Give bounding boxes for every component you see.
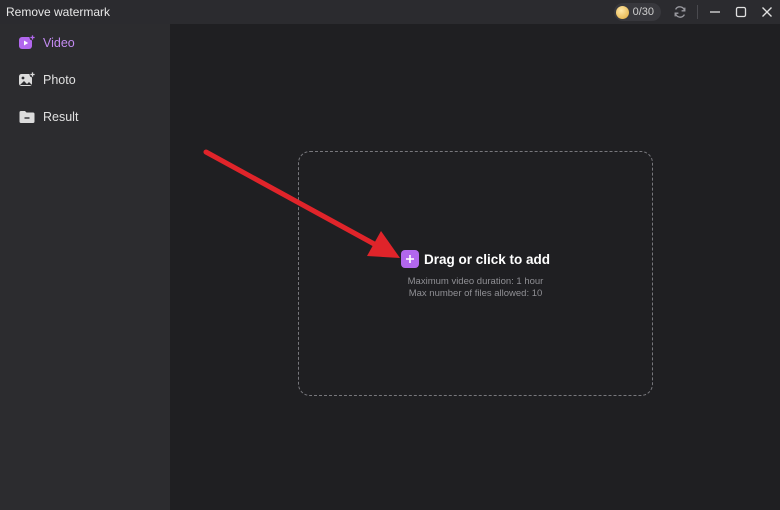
sidebar-item-result[interactable]: Result — [0, 98, 170, 135]
file-limit-hint: Max number of files allowed: 10 — [408, 288, 543, 299]
duration-hint: Maximum video duration: 1 hour — [407, 276, 544, 287]
add-icon — [400, 250, 419, 268]
sidebar-item-label: Result — [43, 109, 79, 124]
sidebar: Video Photo Result — [0, 24, 170, 510]
close-icon — [762, 7, 772, 17]
title-divider — [697, 5, 698, 19]
video-add-icon — [18, 34, 36, 52]
minimize-icon — [710, 11, 720, 13]
app-title: Remove watermark — [6, 5, 111, 19]
folder-icon — [18, 108, 36, 126]
sidebar-item-label: Video — [43, 35, 75, 50]
credits-badge[interactable]: 0/30 — [613, 3, 661, 21]
main-panel: Drag or click to add Maximum video durat… — [170, 24, 780, 510]
refresh-button[interactable] — [667, 0, 693, 24]
refresh-icon — [674, 6, 686, 18]
credits-count: 0/30 — [632, 6, 654, 18]
photo-add-icon — [18, 71, 36, 89]
title-bar-controls: 0/30 — [613, 0, 780, 24]
drop-zone-title[interactable]: Drag or click to add — [299, 250, 652, 268]
title-bar: Remove watermark 0/30 — [0, 0, 780, 24]
drop-zone-label: Drag or click to add — [423, 251, 551, 267]
sidebar-item-video[interactable]: Video — [0, 24, 170, 61]
maximize-button[interactable] — [728, 0, 754, 24]
minimize-button[interactable] — [702, 0, 728, 24]
coin-icon — [615, 5, 629, 19]
close-button[interactable] — [754, 0, 780, 24]
maximize-icon — [735, 6, 747, 18]
drop-zone[interactable]: Drag or click to add Maximum video durat… — [298, 151, 653, 396]
sidebar-item-photo[interactable]: Photo — [0, 61, 170, 98]
sidebar-item-label: Photo — [43, 72, 76, 87]
